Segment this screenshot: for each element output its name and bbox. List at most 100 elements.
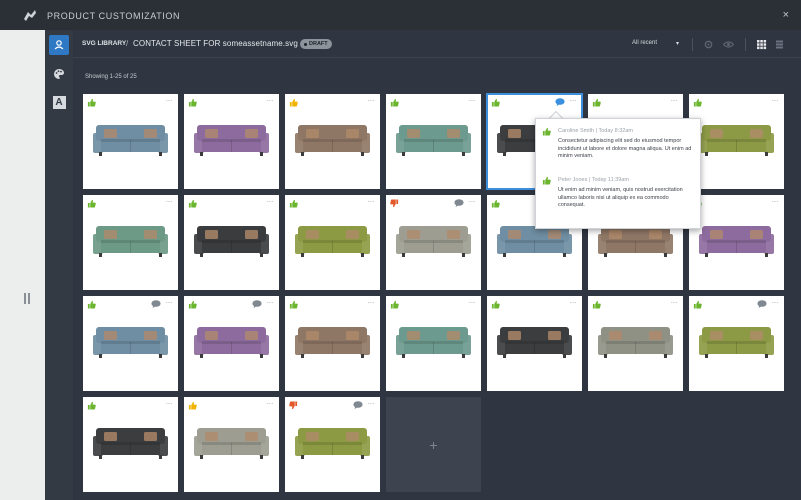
product-tile[interactable]: ··· [83,397,178,492]
thumbs-up-icon[interactable] [693,300,702,309]
panel-resize-handle-icon[interactable] [24,293,32,307]
comment-icon[interactable] [252,300,262,308]
sofa-image [396,226,471,257]
product-tile[interactable]: ··· [184,296,279,391]
grid-view-icon[interactable] [756,39,767,50]
thumbs-up-icon[interactable] [390,98,399,107]
more-options-icon[interactable]: ··· [772,197,779,206]
sort-select[interactable]: All recent [632,40,657,46]
more-options-icon[interactable]: ··· [166,197,173,206]
thumbs-up-icon [542,127,551,136]
chevron-down-icon[interactable]: ▾ [676,40,679,47]
product-tile[interactable]: ··· [285,195,380,290]
more-options-icon[interactable]: ··· [267,298,274,307]
thumbs-up-icon[interactable] [491,300,500,309]
thumbs-up-icon[interactable] [188,401,197,410]
thumbs-up-icon[interactable] [188,199,197,208]
more-options-icon[interactable]: ··· [267,197,274,206]
product-tile[interactable]: ··· [285,397,380,492]
sidebar-item-product[interactable] [49,35,69,55]
comment-author: Peter Jones | Today 11:39am [558,177,629,183]
sidebar-item-palette[interactable] [49,64,69,84]
settings-icon[interactable] [703,39,714,50]
sofa-image [93,327,168,358]
product-tile[interactable]: ··· [285,94,380,189]
thumbs-up-icon[interactable] [87,401,96,410]
product-tile[interactable]: ··· [689,94,784,189]
eye-icon[interactable] [723,39,734,50]
list-view-icon[interactable] [774,39,785,50]
more-options-icon[interactable]: ··· [368,298,375,307]
product-tile[interactable]: ··· [83,195,178,290]
product-tile[interactable]: ··· [83,94,178,189]
comment-icon[interactable] [757,300,767,308]
more-options-icon[interactable]: ··· [267,399,274,408]
sofa-image [396,125,471,156]
product-tile[interactable]: ··· [386,296,481,391]
more-options-icon[interactable]: ··· [368,197,375,206]
more-options-icon[interactable]: ··· [166,96,173,105]
more-options-icon[interactable]: ··· [368,399,375,408]
sofa-image [194,428,269,459]
more-options-icon[interactable]: ··· [671,96,678,105]
product-tile[interactable]: ··· [487,296,582,391]
product-tile[interactable]: ··· [184,195,279,290]
more-options-icon[interactable]: ··· [772,96,779,105]
sofa-image [295,428,370,459]
product-tile[interactable]: ··· [285,296,380,391]
product-tile[interactable]: ··· [184,94,279,189]
thumbs-up-icon[interactable] [592,300,601,309]
sofa-image [194,125,269,156]
left-panel [0,30,45,500]
more-options-icon[interactable]: ··· [772,298,779,307]
thumbs-up-icon[interactable] [289,300,298,309]
product-tile[interactable]: ··· [689,296,784,391]
more-options-icon[interactable]: ··· [469,197,476,206]
comment-icon[interactable] [151,300,161,308]
comment-body: Consectetur adipiscing elit sed do eiusm… [558,138,692,160]
product-tile[interactable]: ··· [386,94,481,189]
more-options-icon[interactable]: ··· [469,298,476,307]
thumbs-up-icon[interactable] [491,98,500,107]
comment-item: Peter Jones | Today 11:39am Ut enim ad m… [542,175,696,223]
thumbs-up-icon[interactable] [87,199,96,208]
thumbs-up-icon[interactable] [491,199,500,208]
comment-body: Ut enim ad minim veniam, quis nostrud ex… [558,187,683,209]
more-options-icon[interactable]: ··· [267,96,274,105]
product-tile[interactable]: ··· [689,195,784,290]
thumbs-up-icon [542,176,551,185]
more-options-icon[interactable]: ··· [166,399,173,408]
main-content: SVG LIBRARY / CONTACT SHEET FOR someasse… [73,30,801,500]
more-options-icon[interactable]: ··· [469,96,476,105]
comment-icon[interactable] [353,401,363,409]
thumbs-up-icon[interactable] [592,98,601,107]
thumbs-up-icon[interactable] [188,300,197,309]
more-options-icon[interactable]: ··· [570,298,577,307]
thumbs-up-icon[interactable] [390,300,399,309]
product-tile[interactable]: ··· [184,397,279,492]
more-options-icon[interactable]: ··· [166,298,173,307]
comment-icon[interactable] [454,199,464,207]
thumbs-down-icon[interactable] [289,401,298,410]
thumbs-up-icon[interactable] [289,98,298,107]
sidebar-item-font[interactable]: A [49,92,69,112]
breadcrumb: SVG LIBRARY / CONTACT SHEET FOR someasse… [73,30,801,58]
product-tile[interactable]: ··· [588,296,683,391]
comment-icon[interactable] [555,98,565,106]
thumbs-down-icon[interactable] [390,199,399,208]
more-options-icon[interactable]: ··· [671,298,678,307]
close-icon[interactable]: × [783,9,789,21]
thumbs-up-icon[interactable] [188,98,197,107]
thumbs-up-icon[interactable] [289,199,298,208]
product-tile[interactable]: ··· [83,296,178,391]
font-icon: A [52,95,66,109]
comments-popover: Caroline Smith | Today 8:32am Consectetu… [535,118,701,229]
thumbs-up-icon[interactable] [87,98,96,107]
product-tile[interactable]: ··· [386,195,481,290]
breadcrumb-library[interactable]: SVG LIBRARY [82,40,126,47]
more-options-icon[interactable]: ··· [570,96,577,105]
thumbs-up-icon[interactable] [87,300,96,309]
thumbs-up-icon[interactable] [693,98,702,107]
more-options-icon[interactable]: ··· [368,96,375,105]
add-tile-button[interactable]: + [386,397,481,492]
